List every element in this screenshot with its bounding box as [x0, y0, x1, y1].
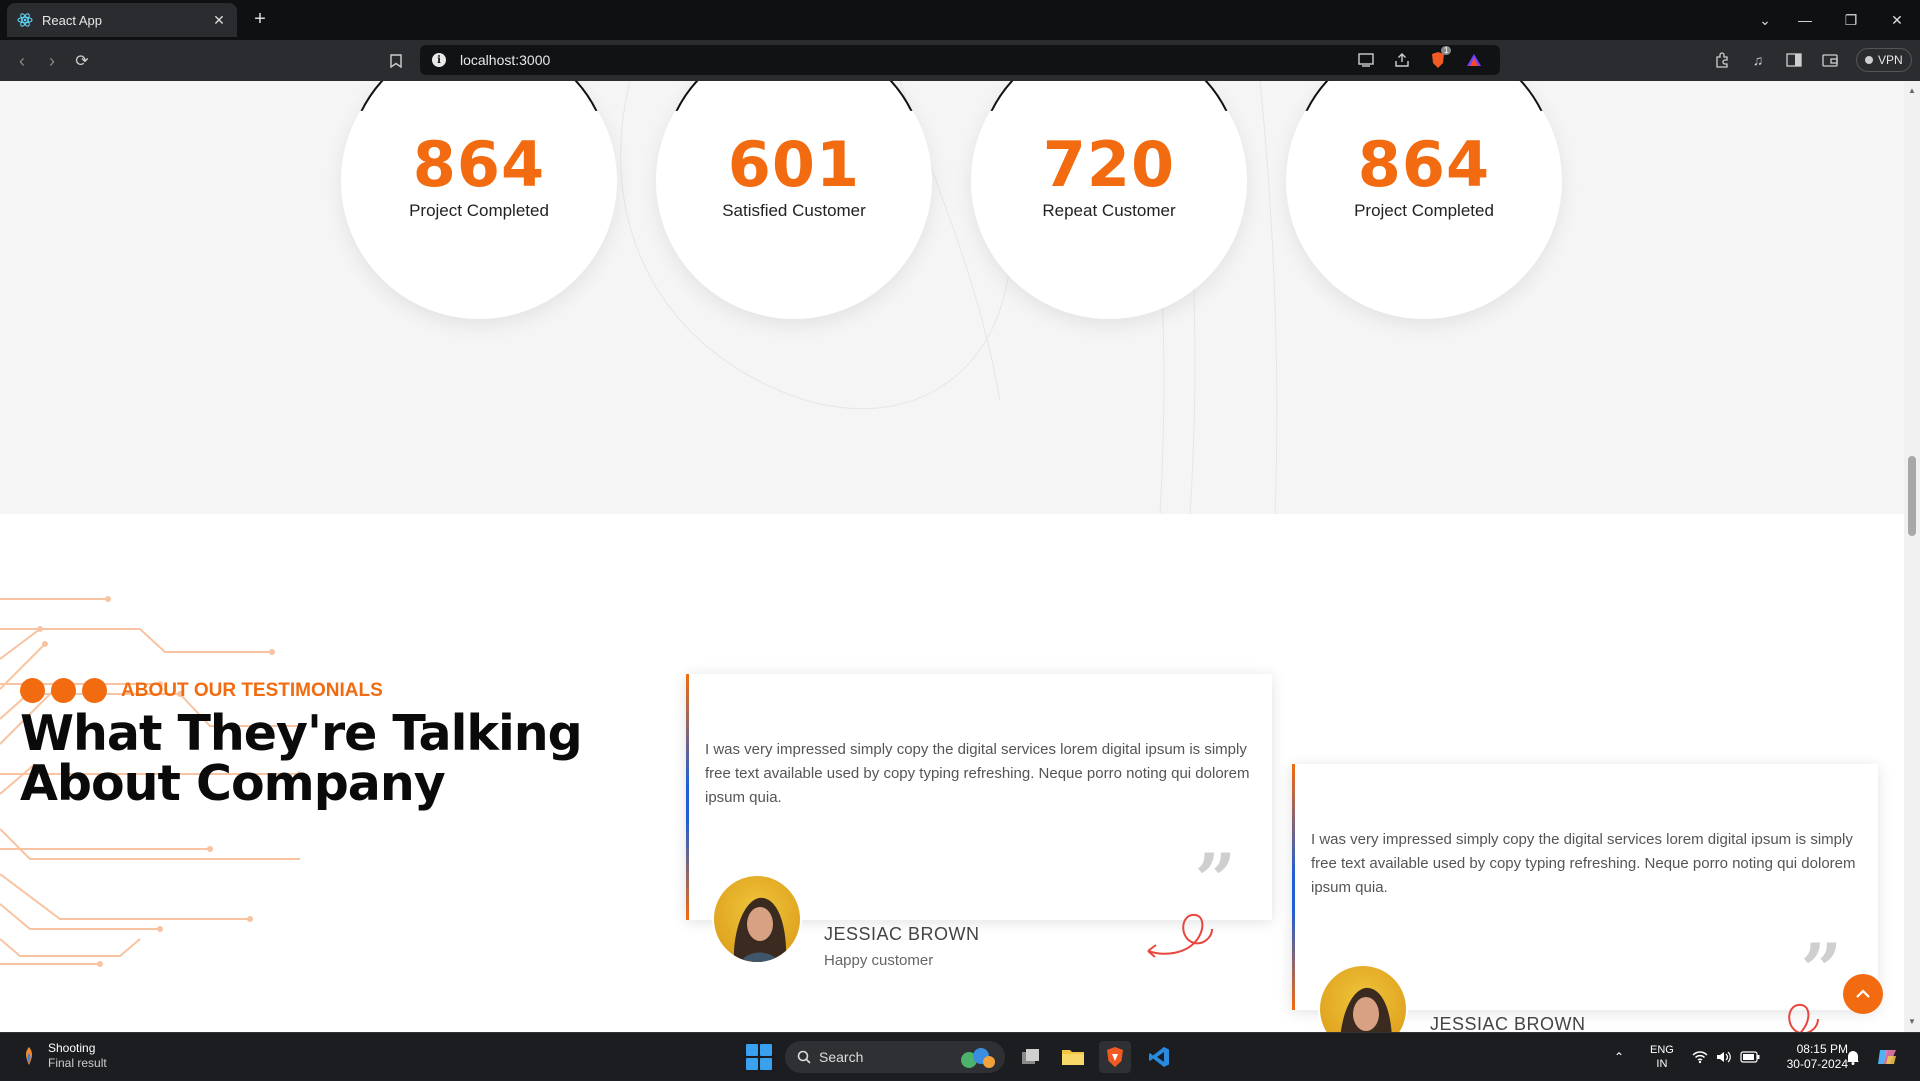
- media-icon[interactable]: ♫: [1748, 50, 1768, 70]
- search-icon: [797, 1050, 811, 1064]
- bookmark-icon[interactable]: [384, 49, 408, 73]
- counter-label: Repeat Customer: [1042, 201, 1176, 220]
- taskbar-clock[interactable]: 08:15 PM 30-07-2024: [1768, 1042, 1848, 1072]
- subtitle-text: ABOUT OUR TESTIMONIALS: [121, 679, 383, 701]
- testimonial-text: I was very impressed simply copy the dig…: [1311, 831, 1856, 896]
- scrollbar-thumb[interactable]: [1908, 456, 1916, 536]
- volume-icon: [1717, 1051, 1731, 1063]
- sports-widget-icon: [26, 1047, 32, 1065]
- show-hidden-icons-chevron[interactable]: ⌃: [1614, 1033, 1624, 1081]
- clock-time: 08:15 PM: [1796, 1042, 1848, 1056]
- windows-taskbar: Shooting Final result Search ⌃ ENG IN 08…: [0, 1032, 1920, 1080]
- search-highlight-icon: [961, 1048, 995, 1068]
- customer-name: JESSIAC BROWN: [1430, 1014, 1586, 1032]
- quote-mark-icon: ”: [1801, 940, 1842, 980]
- widget-subtitle: Final result: [48, 1056, 107, 1070]
- windows-start-icon[interactable]: [746, 1044, 772, 1070]
- language-indicator[interactable]: ENG IN: [1650, 1033, 1674, 1081]
- customer-avatar: [712, 874, 802, 964]
- vpn-button[interactable]: VPN: [1856, 48, 1912, 72]
- headline-line-2: About Company: [20, 755, 446, 812]
- counter-value: 864: [412, 128, 546, 201]
- counter-label: Project Completed: [1354, 201, 1494, 220]
- accent-dot: [51, 678, 76, 703]
- page-scrollbar[interactable]: ▲ ▼: [1904, 81, 1920, 1032]
- counter-label: Satisfied Customer: [722, 201, 866, 220]
- battery-icon: [1740, 1051, 1760, 1063]
- taskbar-search-box[interactable]: Search: [785, 1041, 1005, 1073]
- scroll-up-arrow-icon[interactable]: ▲: [1904, 83, 1920, 99]
- clock-date: 30-07-2024: [1786, 1057, 1848, 1071]
- region-code: IN: [1656, 1058, 1668, 1070]
- minimize-button[interactable]: —: [1782, 0, 1828, 40]
- site-info-icon[interactable]: i: [432, 53, 446, 67]
- testimonial-card: I was very impressed simply copy the dig…: [686, 674, 1272, 969]
- scroll-down-arrow-icon[interactable]: ▼: [1904, 1014, 1920, 1030]
- copilot-icon[interactable]: [1876, 1033, 1898, 1081]
- counter-value: 720: [1042, 128, 1176, 201]
- section-headline: What They're Talking About Company: [20, 709, 640, 809]
- widgets-button[interactable]: Shooting Final result: [18, 1041, 107, 1071]
- system-tray[interactable]: [1692, 1033, 1760, 1081]
- testimonial-text: I was very impressed simply copy the dig…: [705, 741, 1250, 806]
- wifi-icon: [1692, 1051, 1708, 1064]
- url-text: localhost:3000: [460, 52, 551, 68]
- cast-icon[interactable]: [1356, 50, 1376, 70]
- scroll-to-top-button[interactable]: [1843, 974, 1883, 1014]
- page-viewport: 864 Project Completed 601 Satisfied Cust…: [0, 81, 1904, 1032]
- counter-value: 601: [727, 128, 861, 201]
- restore-button[interactable]: ❐: [1828, 0, 1874, 40]
- sidebar-icon[interactable]: [1784, 50, 1804, 70]
- card-accent-edge: [1292, 764, 1295, 1010]
- browser-right-actions: ♫ VPN ☰: [1712, 48, 1920, 72]
- counter-value: 864: [1357, 128, 1491, 201]
- language-code: ENG: [1650, 1044, 1674, 1056]
- card-accent-edge: [686, 674, 689, 920]
- forward-icon[interactable]: ›: [40, 49, 64, 73]
- brave-shields-icon[interactable]: 1: [1428, 46, 1452, 70]
- testimonials-section: ABOUT OUR TESTIMONIALS What They're Talk…: [0, 514, 1904, 1032]
- task-view-icon[interactable]: [1015, 1041, 1047, 1073]
- vpn-status-icon: [1865, 56, 1873, 64]
- browser-tab[interactable]: React App ✕: [7, 3, 237, 37]
- quote-mark-icon: ”: [1195, 850, 1236, 890]
- share-icon[interactable]: [1392, 50, 1412, 70]
- new-tab-button[interactable]: +: [249, 9, 271, 31]
- widget-title: Shooting: [48, 1041, 96, 1055]
- notification-bell-icon[interactable]: [1846, 1033, 1860, 1081]
- file-explorer-icon[interactable]: [1057, 1041, 1089, 1073]
- counter-section: 864 Project Completed 601 Satisfied Cust…: [0, 81, 1904, 514]
- counter-label: Project Completed: [409, 201, 549, 220]
- back-icon[interactable]: ‹: [10, 49, 34, 73]
- headline-line-1: What They're Talking: [20, 705, 583, 762]
- tab-strip: React App ✕ + ⌄ — ❐ ✕: [0, 0, 1920, 40]
- swirl-arrow-icon: [1147, 913, 1213, 958]
- customer-role: Happy customer: [824, 952, 934, 969]
- customer-name: JESSIAC BROWN: [824, 924, 980, 944]
- address-bar-actions: 1: [1356, 46, 1484, 72]
- close-tab-icon[interactable]: ✕: [211, 12, 227, 28]
- extensions-icon[interactable]: [1712, 50, 1732, 70]
- close-window-button[interactable]: ✕: [1874, 0, 1920, 40]
- shields-count-badge: 1: [1441, 46, 1452, 55]
- testimonial-card: I was very impressed simply copy the dig…: [1292, 764, 1878, 1032]
- tab-title: React App: [42, 12, 102, 28]
- background-line-art: [620, 81, 1278, 514]
- wallet-icon[interactable]: [1820, 50, 1840, 70]
- react-logo-icon: [17, 12, 33, 28]
- vscode-icon[interactable]: [1143, 1041, 1175, 1073]
- search-label: Search: [819, 1049, 864, 1065]
- accent-dot: [20, 678, 45, 703]
- section-subtitle: ABOUT OUR TESTIMONIALS: [20, 678, 383, 703]
- vpn-label: VPN: [1878, 53, 1903, 67]
- brave-rewards-icon[interactable]: [1464, 50, 1484, 70]
- accent-dot: [82, 678, 107, 703]
- brave-browser-icon[interactable]: [1099, 1041, 1131, 1073]
- swirl-arrow-icon: [1788, 1003, 1819, 1032]
- customer-avatar: [1318, 964, 1408, 1032]
- reload-icon[interactable]: ⟳: [70, 49, 94, 73]
- address-bar[interactable]: i localhost:3000: [420, 45, 1500, 75]
